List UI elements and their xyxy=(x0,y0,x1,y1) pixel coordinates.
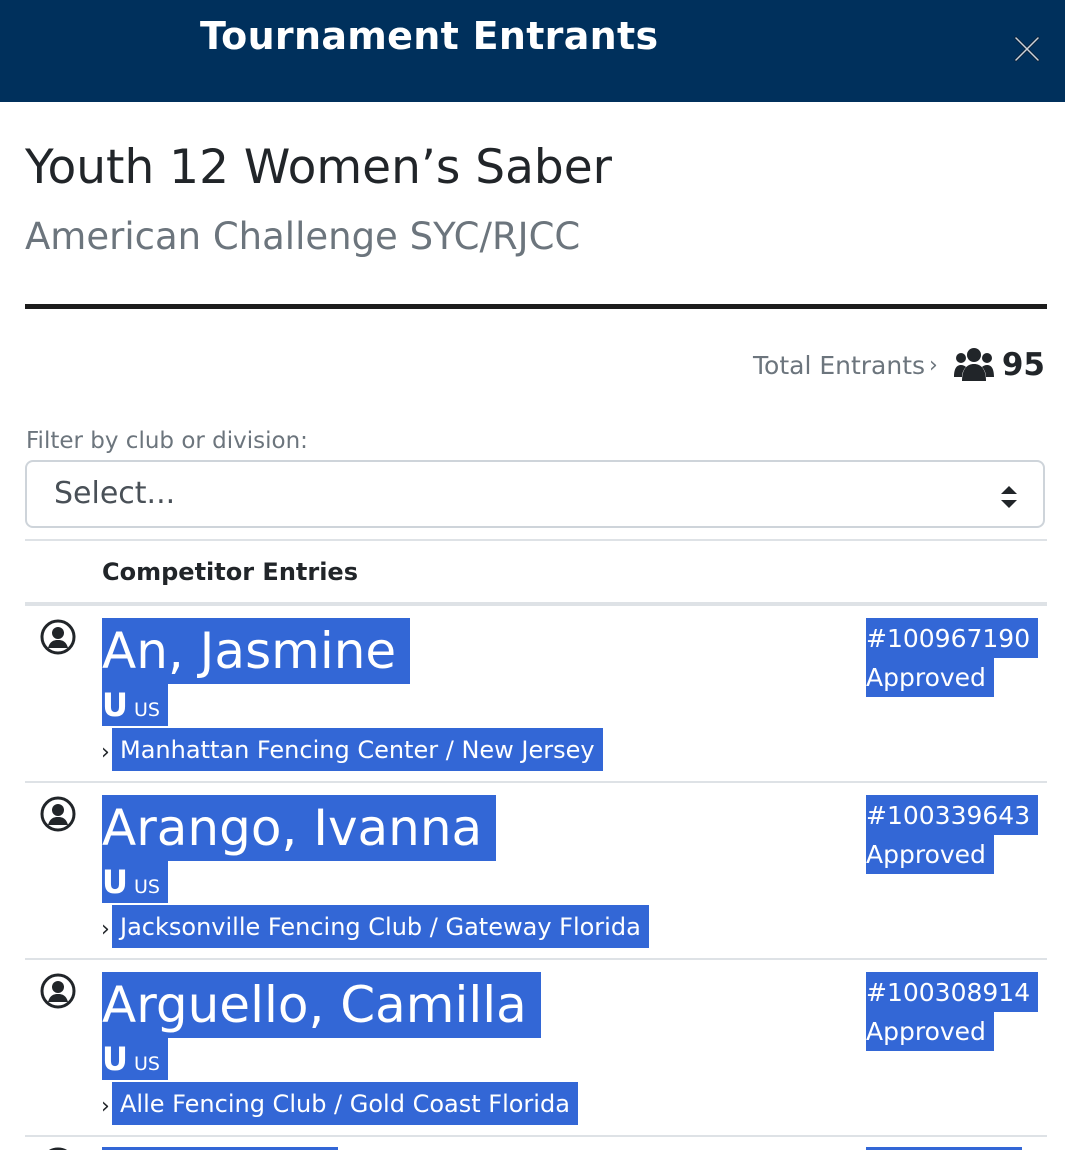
member-id: #100339643 xyxy=(866,795,1039,835)
table-row-partial[interactable] xyxy=(25,1137,1047,1150)
table-row[interactable]: Arango, Ivanna U US › Jacksonville Fencin… xyxy=(25,783,1047,960)
table-row[interactable]: Arguello, Camilla U US › Alle Fencing Clu… xyxy=(25,960,1047,1137)
country-badge: U US xyxy=(102,861,168,903)
club-link[interactable]: Alle Fencing Club / Gold Coast Florida xyxy=(112,1082,578,1125)
country-code: US xyxy=(133,876,160,898)
modal-header: Tournament Entrants xyxy=(0,0,1065,102)
chevron-right-icon: › xyxy=(101,917,110,942)
competitor-name[interactable]: Arango, Ivanna xyxy=(102,795,497,861)
chevron-right-icon: › xyxy=(101,740,110,765)
total-entrants-label[interactable]: Total Entrants xyxy=(753,351,925,380)
total-entrants[interactable]: Total Entrants › 95 xyxy=(753,340,1045,390)
country-badge: U US xyxy=(102,684,168,726)
modal-title: Tournament Entrants xyxy=(200,14,659,58)
membership-code: U xyxy=(102,1040,128,1078)
filter-label: Filter by club or division: xyxy=(26,428,308,454)
event-subtitle: American Challenge SYC/RJCC xyxy=(25,215,581,258)
close-button[interactable] xyxy=(1010,32,1044,66)
status-text: Approved xyxy=(866,1012,994,1051)
competitor-name[interactable]: Arguello, Camilla xyxy=(102,972,541,1038)
table-row[interactable]: An, Jasmine U US › Manhattan Fencing Cent… xyxy=(25,606,1047,783)
chevron-right-icon: › xyxy=(101,1094,110,1119)
country-code: US xyxy=(133,699,160,721)
member-id: #100308914 xyxy=(866,972,1039,1012)
chevron-right-icon: › xyxy=(929,352,938,378)
filter-select[interactable]: Select... xyxy=(25,460,1045,528)
country-badge: U US xyxy=(102,1038,168,1080)
total-entrants-count: 95 xyxy=(1001,347,1045,383)
club-link[interactable]: Manhattan Fencing Center / New Jersey xyxy=(112,728,603,771)
status-text: Approved xyxy=(866,658,994,697)
membership-code: U xyxy=(102,863,128,901)
status-text: Approved xyxy=(866,835,994,874)
divider xyxy=(25,304,1047,309)
club-link[interactable]: Jacksonville Fencing Club / Gateway Flor… xyxy=(112,905,649,948)
filter-select-value: Select... xyxy=(54,476,176,511)
sort-arrows-icon xyxy=(1001,486,1017,508)
column-header-competitor-entries: Competitor Entries xyxy=(102,558,358,586)
competitor-name[interactable]: An, Jasmine xyxy=(102,618,411,684)
table-top-border xyxy=(25,539,1047,541)
country-code: US xyxy=(133,1053,160,1075)
user-circle-icon xyxy=(40,973,76,1009)
user-circle-icon xyxy=(40,796,76,832)
membership-code: U xyxy=(102,686,128,724)
user-circle-icon xyxy=(40,619,76,655)
event-title: Youth 12 Women’s Saber xyxy=(25,140,612,195)
member-id: #100967190 xyxy=(866,618,1039,658)
close-icon xyxy=(1014,36,1040,62)
users-icon xyxy=(953,348,994,381)
